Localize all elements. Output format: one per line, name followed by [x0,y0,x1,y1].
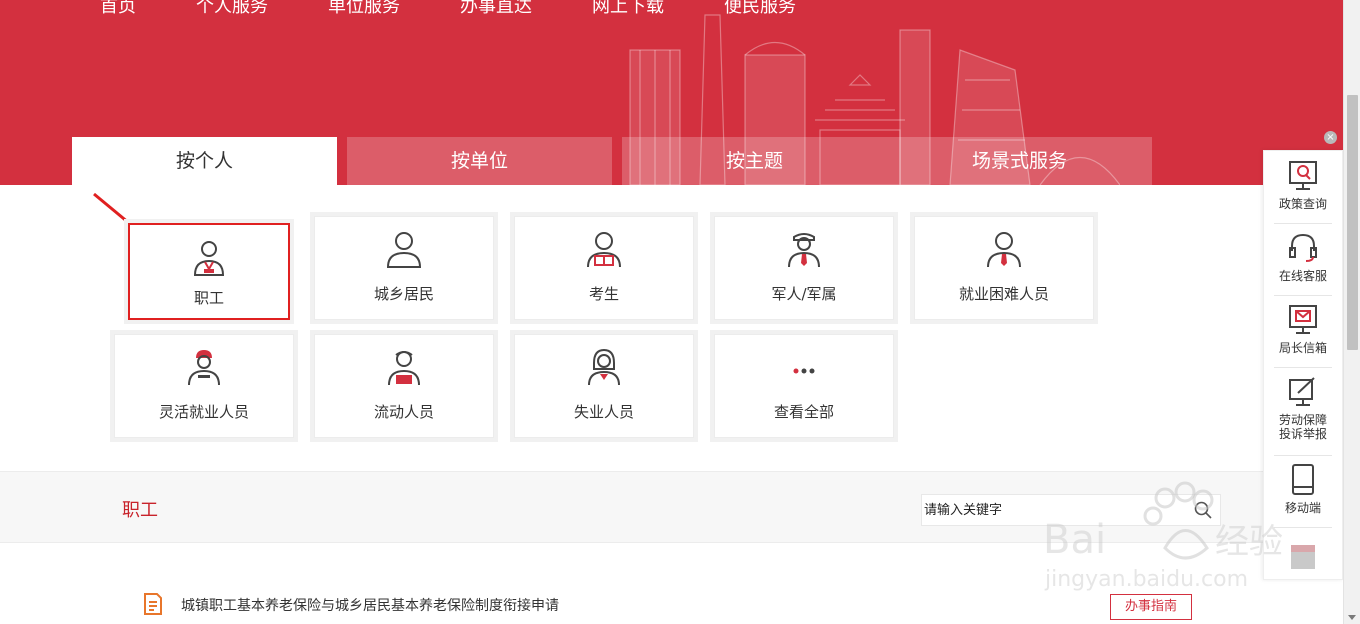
audience-card-resident[interactable]: 城乡居民 [314,216,494,320]
person-tie-icon [987,232,1021,268]
float-item-labor-complaint[interactable]: 劳动保障 投诉举报 [1264,375,1342,441]
float-item-label-line-2: 投诉举报 [1278,427,1327,441]
mobile-icon [1292,464,1314,495]
main-nav: 首页 个人服务 单位服务 办事直达 网上下载 便民服务 [70,0,826,22]
float-item-policy-search[interactable]: 政策查询 [1264,159,1342,211]
category-tabs: 按个人 按单位 按主题 场景式服务 [72,137,1152,185]
policy-search-icon [1289,161,1317,190]
float-item-label: 政策查询 [1278,197,1327,211]
audience-label: 就业困难人员 [958,285,1049,303]
search-icon[interactable] [1194,501,1212,519]
audience-label: 流动人员 [373,403,434,421]
audience-card-mobile-worker[interactable]: 流动人员 [314,334,494,438]
audience-label: 职工 [193,289,224,307]
search-box [921,494,1221,526]
section-bar: 职工 [0,471,1343,543]
audience-card-view-all[interactable]: 查看全部 [714,334,894,438]
nav-convenience-services[interactable]: 便民服务 [694,0,826,22]
tab-by-theme[interactable]: 按主题 [622,137,887,185]
divider [1274,455,1332,456]
audience-label: 城乡居民 [373,285,434,303]
tab-by-unit[interactable]: 按单位 [347,137,612,185]
svg-text:jingyan.baidu.com: jingyan.baidu.com [1044,567,1248,592]
service-guide-button[interactable]: 办事指南 [1110,594,1192,620]
float-item-mobile[interactable]: 移动端 [1264,463,1342,515]
audience-label: 失业人员 [573,403,634,421]
list-item-title[interactable]: 城镇职工基本养老保险与城乡居民基本养老保险制度衔接申请 [181,595,559,615]
more-dots-icon [793,368,815,374]
audience-card-soldier[interactable]: 军人/军属 [714,216,894,320]
nav-home[interactable]: 首页 [70,0,166,22]
audience-card-employment-difficulty[interactable]: 就业困难人员 [914,216,1094,320]
nav-personal-services[interactable]: 个人服务 [166,0,298,22]
audience-label: 考生 [588,285,619,303]
tab-by-person[interactable]: 按个人 [72,137,337,185]
person-icon [386,232,422,268]
tab-group-theme-scenario: 按主题 场景式服务 [622,137,1152,185]
nav-downloads[interactable]: 网上下载 [562,0,694,22]
audience-card-worker[interactable]: 职工 [128,223,290,320]
audience-label: 灵活就业人员 [158,403,249,421]
divider [1274,367,1332,368]
float-item-director-mailbox[interactable]: 局长信箱 [1264,303,1342,355]
float-item-online-service[interactable]: 在线客服 [1264,231,1342,283]
worker-icon [193,241,225,276]
mobile-worker-icon [388,351,420,386]
audience-label: 查看全部 [773,403,834,421]
unemployed-icon [588,348,620,386]
mailbox-icon [1289,305,1317,334]
scroll-down-arrow-icon[interactable] [1348,615,1356,620]
floating-service-bar: 政策查询 在线客服 局长信箱 劳动保障 投诉举报 移动端 [1263,150,1343,580]
audience-card-unemployed[interactable]: 失业人员 [514,334,694,438]
examinee-icon [587,232,621,268]
soldier-icon [788,233,820,268]
float-item-label: 移动端 [1284,501,1321,515]
search-input[interactable] [922,495,1182,525]
flexible-worker-icon [188,350,220,386]
complaint-icon [1289,377,1315,406]
scrollbar-thumb[interactable] [1347,95,1358,350]
divider [1274,527,1332,528]
list-item: 城镇职工基本养老保险与城乡居民基本养老保险制度衔接申请 办事指南 [142,590,1202,620]
document-icon [144,593,162,615]
float-item-label: 在线客服 [1278,269,1327,283]
float-item-label: 局长信箱 [1278,341,1327,355]
divider [1274,223,1332,224]
tab-scenario-services[interactable]: 场景式服务 [887,137,1152,185]
section-title: 职工 [122,500,158,521]
nav-unit-services[interactable]: 单位服务 [298,0,430,22]
audience-card-flexible-worker[interactable]: 灵活就业人员 [114,334,294,438]
close-icon[interactable]: × [1324,131,1337,144]
float-item-label-line-1: 劳动保障 [1278,413,1327,427]
audience-label: 军人/军属 [771,285,837,303]
nav-direct-access[interactable]: 办事直达 [430,0,562,22]
divider [1274,295,1332,296]
vertical-scrollbar[interactable] [1343,0,1360,624]
back-to-top-icon[interactable] [1291,545,1315,569]
headset-icon [1289,233,1317,262]
audience-card-examinee[interactable]: 考生 [514,216,694,320]
